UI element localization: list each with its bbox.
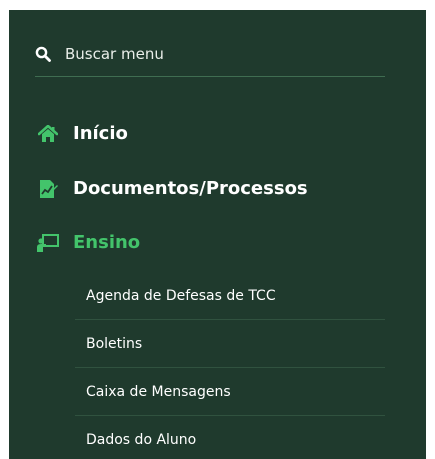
ensino-submenu: Agenda de Defesas de TCC Boletins Caixa … <box>75 272 385 459</box>
submenu-item-label: Caixa de Mensagens <box>86 383 231 400</box>
nav-item-inicio[interactable]: Início <box>37 123 128 144</box>
submenu-item-label: Dados do Aluno <box>86 432 197 448</box>
nav-item-label: Início <box>73 123 128 144</box>
side-menu: Início Documentos/Processos Ensino Agend… <box>9 10 426 459</box>
submenu-item-label: Agenda de Defesas de TCC <box>86 287 276 304</box>
search-input[interactable] <box>65 42 385 65</box>
document-chart-icon <box>37 179 59 199</box>
submenu-item-caixa-mensagens[interactable]: Caixa de Mensagens <box>75 368 385 416</box>
submenu-item-agenda-defesas-tcc[interactable]: Agenda de Defesas de TCC <box>75 272 385 320</box>
nav-item-ensino[interactable]: Ensino <box>37 232 140 253</box>
search-icon[interactable] <box>35 46 51 62</box>
submenu-item-label: Boletins <box>86 335 143 352</box>
home-icon <box>37 124 59 144</box>
nav-item-documentos-processos[interactable]: Documentos/Processos <box>37 178 308 199</box>
nav-item-label: Documentos/Processos <box>73 178 308 199</box>
submenu-item-dados-aluno[interactable]: Dados do Aluno <box>75 416 385 459</box>
teaching-board-icon <box>37 233 59 253</box>
nav-item-label: Ensino <box>73 232 141 253</box>
menu-search <box>35 37 385 77</box>
submenu-item-boletins[interactable]: Boletins <box>75 320 385 368</box>
